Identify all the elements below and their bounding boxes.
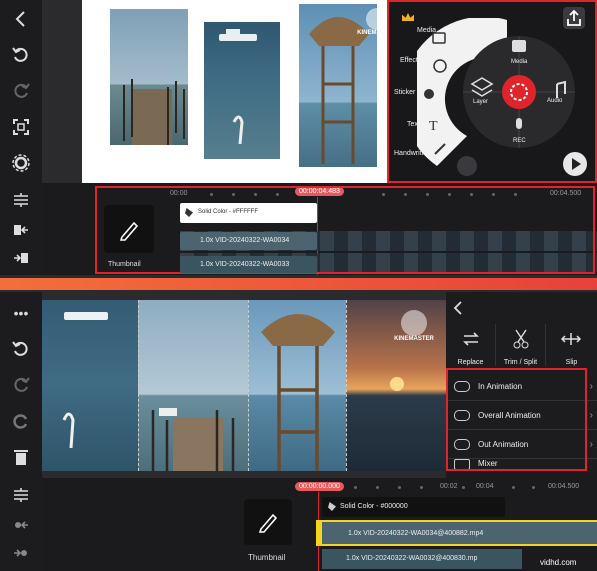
solid-color-track-label: Solid Color - #000000 [340,503,408,510]
solid-color-track[interactable]: Solid Color - #FFFFFF [180,203,317,223]
tower-photo [248,300,346,471]
video-clip-2[interactable]: 1.0x VID-20240322-WA0032@400830.mp [322,549,522,569]
playhead-time-badge: 00:00:00.000 [295,482,344,491]
boat-photo [204,22,280,159]
replace-icon [463,332,479,346]
track-adjust-icon[interactable] [0,484,42,506]
rotate-icon[interactable] [0,408,42,434]
side-label-sticker[interactable]: Sticker [394,89,415,96]
chevron-right-icon: › [589,438,593,450]
solid-color-track[interactable]: Solid Color - #000000 [322,497,505,517]
scissors-icon [513,329,529,349]
replace-button[interactable]: Replace [446,324,496,366]
wheel-label-rec[interactable]: REC [513,138,526,144]
bottom-preview-canvas: KINEMASTER [42,300,446,471]
side-label-effect[interactable]: Effect [400,57,418,64]
track-adjust-icon[interactable] [0,189,42,211]
watermark-logo-icon [401,310,427,336]
timeline-tick: 00:02 [440,483,458,490]
pier-photo [110,9,188,145]
slip-icon [560,333,582,345]
redo-icon[interactable] [0,372,42,398]
site-watermark: vidhd.com [540,558,577,567]
bottom-left-toolbar: ••• [0,292,42,478]
fullscreen-icon[interactable] [0,114,42,140]
boat-photo [42,300,138,471]
store-icon[interactable] [457,156,477,176]
video-clip-2-label: 1.0x VID-20240322-WA0033 [200,261,290,268]
kinemaster-watermark: KINEMASTER [384,310,444,342]
thumbnail-button[interactable] [244,499,292,545]
top-preview-canvas: KINEMASTER [82,0,397,183]
video-clip-2[interactable]: 1.0x VID-20240322-WA0033 [180,256,317,273]
back-icon[interactable] [0,6,42,32]
media-icon [512,40,526,52]
selected-video-clip-label: 1.0x VID-20240322-WA0034@400882.mp4 [348,530,484,537]
wheel-label-media[interactable]: Media [511,59,527,65]
top-left-toolbar [0,0,42,183]
video-clip-2-label: 1.0x VID-20240322-WA0032@400830.mp [346,555,478,562]
pen-icon [258,513,278,533]
delete-icon[interactable] [0,444,42,470]
wheel-label-layer[interactable]: Layer [473,99,488,105]
timeline-highlight-top [95,186,595,274]
animation-menu-highlight [446,368,587,471]
solid-color-track-label: Solid Color - #FFFFFF [198,209,259,215]
wheel-label-audio[interactable]: Audio [547,98,562,104]
pen-icon [119,221,139,241]
undo-icon[interactable] [0,336,42,362]
top-timeline-toolbar [0,183,42,275]
pier-photo [138,300,248,471]
clip-edit-panel: Replace Trim / Split Slip In Animation ›… [446,292,597,478]
sticker-icon [424,89,434,99]
jump-end-icon[interactable] [0,247,42,269]
paint-bucket-icon [328,502,336,511]
trim-split-label: Trim / Split [503,359,538,366]
selected-video-clip[interactable]: 1.0x VID-20240322-WA0034@400882.mp4 [316,520,597,546]
video-clip-1[interactable]: 1.0x VID-20240322-WA0034 [180,232,317,250]
section-divider [0,278,597,290]
undo-icon[interactable] [0,42,42,68]
more-options-icon[interactable]: ••• [0,300,42,326]
replace-label: Replace [457,359,484,366]
bottom-timeline-toolbar [0,478,42,571]
top-media-panel: Media Effect Sticker Text Handwriting T … [387,0,597,183]
thumbnail-label: Thumbnail [108,261,141,268]
trim-split-button[interactable]: Trim / Split [496,324,546,366]
video-clip-1-label: 1.0x VID-20240322-WA0034 [200,237,290,244]
thumbnail-label: Thumbnail [248,553,286,562]
watermark-logo-icon [366,8,388,30]
timeline-tick: 00:04.500 [548,483,580,490]
thumbnail-button[interactable] [104,205,154,253]
redo-icon[interactable] [0,78,42,104]
slip-button[interactable]: Slip [546,324,597,366]
clip-handle-left[interactable] [316,520,322,546]
mic-icon [516,118,522,129]
jump-start-icon[interactable] [0,514,42,536]
timeline-tick: 00:04 [476,483,494,490]
settings-gear-icon[interactable] [0,150,42,176]
back-icon[interactable] [451,300,467,316]
paint-bucket-icon [185,208,193,217]
chevron-right-icon: › [589,380,593,392]
chevron-right-icon: › [589,409,593,421]
text-icon: T [429,119,438,134]
jump-end-icon[interactable] [0,542,42,564]
slip-label: Slip [565,359,578,366]
jump-start-icon[interactable] [0,219,42,241]
